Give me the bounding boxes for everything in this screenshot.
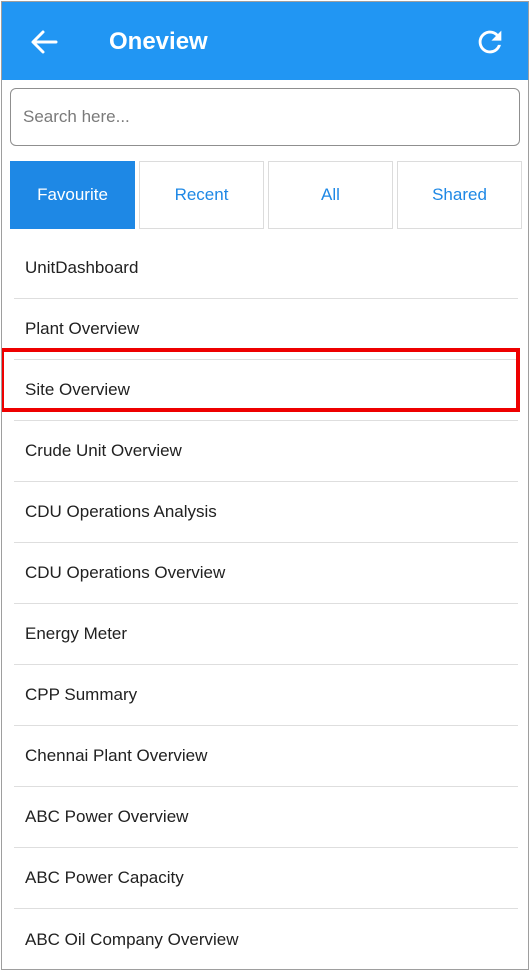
arrow-left-icon xyxy=(31,30,58,54)
list-item-highlighted[interactable]: Site Overview xyxy=(14,360,518,421)
app-bar: Oneview xyxy=(2,2,528,80)
tab-shared[interactable]: Shared xyxy=(397,161,522,229)
tab-all[interactable]: All xyxy=(268,161,393,229)
list-item[interactable]: CDU Operations Overview xyxy=(14,543,518,604)
list-item[interactable]: ABC Power Capacity xyxy=(14,848,518,909)
list-item[interactable]: Crude Unit Overview xyxy=(14,421,518,482)
dashboard-list: UnitDashboard Plant Overview Site Overvi… xyxy=(14,238,518,969)
tab-bar: Favourite Recent All Shared xyxy=(10,161,522,229)
list-item[interactable]: UnitDashboard xyxy=(14,238,518,299)
list-item[interactable]: ABC Oil Company Overview xyxy=(14,909,518,969)
search-box xyxy=(10,88,520,146)
refresh-icon xyxy=(478,30,502,54)
tab-favourite[interactable]: Favourite xyxy=(10,161,135,229)
search-input[interactable] xyxy=(11,89,519,145)
list-item[interactable]: Energy Meter xyxy=(14,604,518,665)
refresh-button[interactable] xyxy=(468,20,512,64)
list-item[interactable]: CDU Operations Analysis xyxy=(14,482,518,543)
list-item[interactable]: CPP Summary xyxy=(14,665,518,726)
tab-recent[interactable]: Recent xyxy=(139,161,264,229)
page-title: Oneview xyxy=(109,28,208,55)
back-button[interactable] xyxy=(24,22,64,62)
list-item[interactable]: Chennai Plant Overview xyxy=(14,726,518,787)
list-item[interactable]: ABC Power Overview xyxy=(14,787,518,848)
app-screen: Oneview Favourite Recent All Shared Unit… xyxy=(1,1,529,970)
list-item[interactable]: Plant Overview xyxy=(14,299,518,360)
